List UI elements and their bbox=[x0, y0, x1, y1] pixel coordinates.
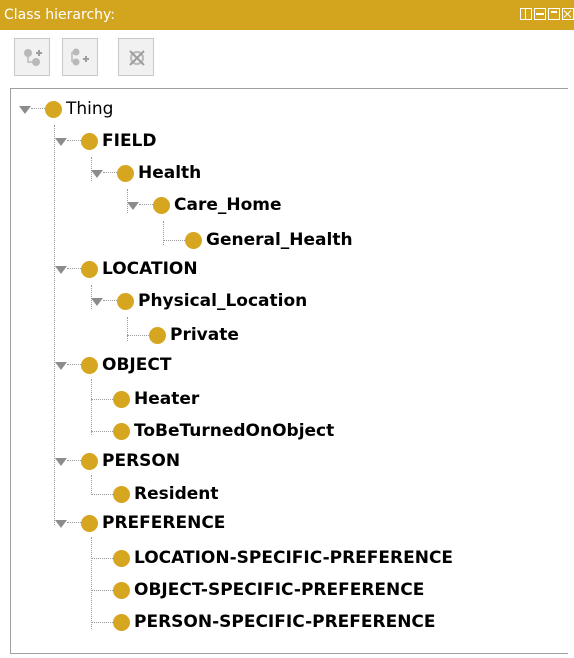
tree-node-label: Resident bbox=[134, 484, 219, 504]
tree-connector bbox=[127, 317, 128, 341]
tree-connector bbox=[67, 140, 81, 142]
tree-connector bbox=[91, 431, 113, 432]
expand-arrow-icon[interactable] bbox=[91, 295, 103, 307]
add-sibling-icon bbox=[71, 48, 89, 66]
tree-node-person[interactable]: PERSON bbox=[55, 446, 180, 476]
tree-node-label: General_Health bbox=[206, 230, 353, 250]
tree-node-thing[interactable]: Thing bbox=[19, 94, 113, 124]
tree-node-object-specific-preference[interactable]: OBJECT-SPECIFIC-PREFERENCE bbox=[113, 575, 424, 605]
tree-node-label: FIELD bbox=[102, 131, 157, 151]
tree-connector bbox=[91, 622, 113, 623]
tree-node-label: LOCATION bbox=[102, 259, 198, 279]
tree-node-object[interactable]: OBJECT bbox=[55, 350, 171, 380]
delete-class-icon bbox=[129, 50, 145, 66]
window-controls bbox=[520, 8, 574, 22]
tree-connector bbox=[67, 268, 81, 270]
class-bullet-icon bbox=[153, 196, 170, 214]
class-bullet-icon bbox=[81, 452, 98, 470]
tree-connector bbox=[67, 364, 81, 366]
tree-connector bbox=[91, 379, 92, 435]
tree-connector bbox=[91, 537, 92, 629]
expand-arrow-icon[interactable] bbox=[19, 103, 31, 115]
tree-node-label: PREFERENCE bbox=[102, 513, 226, 533]
class-bullet-icon bbox=[113, 390, 130, 408]
class-bullet-icon bbox=[117, 292, 134, 310]
expand-arrow-icon[interactable] bbox=[91, 167, 103, 179]
panel-title-bar: Class hierarchy: bbox=[0, 0, 574, 30]
expand-arrow-icon[interactable] bbox=[55, 263, 67, 275]
expand-arrow-icon[interactable] bbox=[55, 359, 67, 371]
tree-node-field[interactable]: FIELD bbox=[55, 126, 157, 156]
tree-connector bbox=[127, 335, 149, 336]
tree-node-label: OBJECT-SPECIFIC-PREFERENCE bbox=[134, 580, 425, 600]
class-bullet-icon bbox=[113, 581, 130, 599]
class-bullet-icon bbox=[45, 100, 62, 118]
class-bullet-icon bbox=[117, 164, 134, 182]
tree-node-label: Health bbox=[138, 163, 202, 183]
class-hierarchy-tree[interactable]: Thing FIELD Health Care_Home General_Hea… bbox=[10, 88, 568, 654]
tree-node-to-be-turned-on-object[interactable]: ToBeTurnedOnObject bbox=[113, 416, 334, 446]
expand-arrow-icon[interactable] bbox=[55, 135, 67, 147]
tree-connector bbox=[163, 240, 185, 241]
expand-arrow-icon[interactable] bbox=[55, 517, 67, 529]
tree-node-label: Physical_Location bbox=[138, 291, 308, 311]
class-bullet-icon bbox=[149, 326, 166, 344]
tree-node-location[interactable]: LOCATION bbox=[55, 254, 198, 284]
add-subclass-icon bbox=[24, 49, 42, 66]
tree-node-label: PERSON bbox=[102, 451, 181, 471]
tree-node-heater[interactable]: Heater bbox=[113, 384, 199, 414]
class-bullet-icon bbox=[81, 132, 98, 150]
add-subclass-button[interactable] bbox=[14, 38, 50, 76]
tree-connector bbox=[91, 475, 92, 495]
tree-node-private[interactable]: Private bbox=[149, 320, 239, 350]
tree-node-person-specific-preference[interactable]: PERSON-SPECIFIC-PREFERENCE bbox=[113, 607, 436, 637]
tree-node-care-home[interactable]: Care_Home bbox=[127, 190, 282, 220]
tree-node-preference[interactable]: PREFERENCE bbox=[55, 508, 225, 538]
tree-node-physical-location[interactable]: Physical_Location bbox=[91, 286, 307, 316]
class-bullet-icon bbox=[185, 231, 202, 249]
tree-connector bbox=[139, 204, 153, 206]
class-toolbar bbox=[0, 30, 574, 88]
tree-connector bbox=[103, 172, 117, 174]
class-bullet-icon bbox=[81, 514, 98, 532]
expand-arrow-icon[interactable] bbox=[127, 199, 139, 211]
close-icon[interactable] bbox=[562, 8, 574, 20]
tree-node-label: ToBeTurnedOnObject bbox=[134, 421, 335, 441]
tree-connector bbox=[91, 590, 113, 591]
delete-class-button[interactable] bbox=[118, 38, 154, 76]
tree-node-label: OBJECT bbox=[102, 355, 172, 375]
panel-title: Class hierarchy: bbox=[4, 7, 115, 23]
tree-connector bbox=[31, 108, 45, 110]
tree-node-location-specific-preference[interactable]: LOCATION-SPECIFIC-PREFERENCE bbox=[113, 543, 453, 573]
tree-connector bbox=[91, 494, 113, 495]
tree-connector bbox=[67, 460, 81, 462]
tree-connector bbox=[103, 300, 117, 302]
tree-connector bbox=[163, 221, 164, 245]
tree-node-label: Private bbox=[170, 325, 239, 345]
tree-node-label: Heater bbox=[134, 389, 200, 409]
class-bullet-icon bbox=[81, 356, 98, 374]
class-bullet-icon bbox=[113, 613, 130, 631]
class-bullet-icon bbox=[113, 549, 130, 567]
tree-node-label: Care_Home bbox=[174, 195, 282, 215]
tree-node-general-health[interactable]: General_Health bbox=[185, 225, 353, 255]
tree-connector bbox=[91, 399, 113, 400]
tree-node-label: Thing bbox=[66, 99, 114, 119]
tree-connector bbox=[67, 522, 81, 524]
tree-node-label: PERSON-SPECIFIC-PREFERENCE bbox=[134, 612, 436, 632]
maximize-icon[interactable] bbox=[548, 8, 560, 20]
add-sibling-button[interactable] bbox=[62, 38, 98, 76]
tree-node-health[interactable]: Health bbox=[91, 158, 201, 188]
expand-arrow-icon[interactable] bbox=[55, 455, 67, 467]
tree-connector bbox=[91, 558, 113, 559]
class-bullet-icon bbox=[81, 260, 98, 278]
class-bullet-icon bbox=[113, 485, 130, 503]
split-view-icon[interactable] bbox=[520, 8, 532, 20]
tree-node-resident[interactable]: Resident bbox=[113, 479, 219, 509]
class-bullet-icon bbox=[113, 422, 130, 440]
tree-node-label: LOCATION-SPECIFIC-PREFERENCE bbox=[134, 548, 454, 568]
minimize-icon[interactable] bbox=[534, 8, 546, 20]
